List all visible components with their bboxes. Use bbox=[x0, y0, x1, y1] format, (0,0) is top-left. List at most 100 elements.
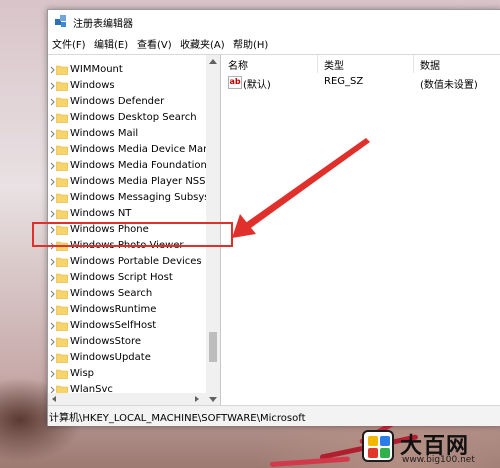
column-separator[interactable] bbox=[413, 55, 414, 73]
title-bar: 注册表编辑器 bbox=[48, 10, 500, 32]
tree-item-label: WindowsUpdate bbox=[70, 352, 151, 363]
string-value-icon: ab bbox=[228, 76, 242, 89]
tree-item-label: Windows Search bbox=[70, 288, 153, 299]
tree-item[interactable]: Windows Script Host bbox=[48, 270, 206, 286]
column-header-name[interactable]: 名称 bbox=[228, 57, 248, 72]
expand-chevron-icon[interactable] bbox=[50, 194, 55, 202]
tree-item[interactable]: WindowsStore bbox=[48, 334, 206, 350]
expand-chevron-icon[interactable] bbox=[50, 290, 55, 298]
value-type[interactable]: REG_SZ bbox=[324, 76, 363, 87]
folder-icon bbox=[55, 257, 69, 268]
tree-item-label: Windows bbox=[70, 80, 115, 91]
tree-item[interactable]: WindowsRuntime bbox=[48, 302, 206, 318]
registry-path: 计算机\HKEY_LOCAL_MACHINE\SOFTWARE\Microsof… bbox=[49, 413, 306, 424]
expand-chevron-icon[interactable] bbox=[50, 82, 55, 90]
expand-chevron-icon[interactable] bbox=[50, 210, 55, 218]
menu-view[interactable]: 查看(V) bbox=[137, 36, 172, 51]
expand-chevron-icon[interactable] bbox=[50, 162, 55, 170]
values-list: 名称 类型 数据 ab (默认) REG_SZ (数值未设置) bbox=[221, 54, 500, 406]
folder-icon bbox=[55, 209, 69, 220]
scroll-down-arrow-icon[interactable] bbox=[209, 397, 217, 402]
annotation-highlight-box bbox=[32, 222, 233, 247]
registry-editor-window: 注册表编辑器 文件(F) 编辑(E) 查看(V) 收藏夹(A) 帮助(H) WI… bbox=[47, 9, 500, 426]
value-data[interactable]: (数值未设置) bbox=[420, 76, 478, 91]
folder-icon bbox=[55, 129, 69, 140]
tree-item[interactable]: Windows NT bbox=[48, 206, 206, 222]
tree-item[interactable]: WindowsUpdate bbox=[48, 350, 206, 366]
tree-item-label: WIMMount bbox=[70, 64, 123, 75]
folder-icon bbox=[55, 273, 69, 284]
horizontal-scroll-track[interactable] bbox=[48, 393, 206, 405]
folder-icon bbox=[55, 305, 69, 316]
tree-item-label: Windows Mail bbox=[70, 128, 139, 139]
site-watermark: 大百网 www.big100.net bbox=[362, 430, 497, 466]
tree-item-label: WindowsSelfHost bbox=[70, 320, 157, 331]
tree-item[interactable]: Windows Media Device Mana bbox=[48, 142, 216, 158]
folder-icon bbox=[55, 177, 69, 188]
tree-item[interactable]: Windows Media Player NSS bbox=[48, 174, 206, 190]
tree-item[interactable]: Windows bbox=[48, 78, 206, 94]
scroll-left-arrow-icon[interactable] bbox=[52, 396, 56, 402]
expand-chevron-icon[interactable] bbox=[50, 322, 55, 330]
tree-item-label: Windows Portable Devices bbox=[70, 256, 202, 267]
column-header-data[interactable]: 数据 bbox=[420, 57, 440, 72]
registry-editor-icon bbox=[55, 15, 66, 27]
expand-chevron-icon[interactable] bbox=[50, 66, 55, 74]
scroll-up-arrow-icon[interactable] bbox=[209, 59, 217, 64]
tree-item-label: WindowsStore bbox=[70, 336, 142, 347]
scroll-right-arrow-icon[interactable] bbox=[195, 396, 199, 402]
tree-item-label: Windows Media Device Mana bbox=[70, 144, 216, 155]
background-petal-streak bbox=[269, 456, 350, 467]
menu-bar: 文件(F) 编辑(E) 查看(V) 收藏夹(A) 帮助(H) bbox=[48, 35, 500, 51]
folder-icon bbox=[55, 369, 69, 380]
folder-icon bbox=[55, 193, 69, 204]
tree-item-label: Windows Media Player NSS bbox=[70, 176, 206, 187]
tree-item[interactable]: Windows Messaging Subsyst bbox=[48, 190, 213, 206]
folder-icon bbox=[55, 353, 69, 364]
expand-chevron-icon[interactable] bbox=[50, 354, 55, 362]
status-bar: 计算机\HKEY_LOCAL_MACHINE\SOFTWARE\Microsof… bbox=[48, 405, 500, 426]
folder-icon bbox=[55, 337, 69, 348]
menu-file[interactable]: 文件(F) bbox=[52, 36, 86, 51]
folder-icon bbox=[55, 289, 69, 300]
tree-item[interactable]: WindowsSelfHost bbox=[48, 318, 206, 334]
folder-icon bbox=[55, 161, 69, 172]
expand-chevron-icon[interactable] bbox=[50, 274, 55, 282]
tree-item[interactable]: Windows Desktop Search bbox=[48, 110, 206, 126]
folder-icon bbox=[55, 113, 69, 124]
site-logo bbox=[362, 430, 394, 462]
tree-item[interactable]: Windows Portable Devices bbox=[48, 254, 206, 270]
expand-chevron-icon[interactable] bbox=[50, 114, 55, 122]
tree-item-label: Wisp bbox=[70, 368, 95, 379]
folder-icon bbox=[55, 65, 69, 76]
tree-item-label: Windows Desktop Search bbox=[70, 112, 197, 123]
tree-item[interactable]: Wisp bbox=[48, 366, 206, 382]
menu-edit[interactable]: 编辑(E) bbox=[94, 36, 128, 51]
expand-chevron-icon[interactable] bbox=[50, 258, 55, 266]
tree-item[interactable]: Windows Mail bbox=[48, 126, 206, 142]
folder-icon bbox=[55, 81, 69, 92]
value-name[interactable]: (默认) bbox=[243, 76, 271, 91]
scroll-thumb[interactable] bbox=[209, 332, 217, 362]
column-header-type[interactable]: 类型 bbox=[324, 57, 344, 72]
tree-item-label: WindowsRuntime bbox=[70, 304, 157, 315]
expand-chevron-icon[interactable] bbox=[50, 98, 55, 106]
expand-chevron-icon[interactable] bbox=[50, 178, 55, 186]
tree-item[interactable]: Windows Media Foundation bbox=[48, 158, 207, 174]
tree-item-label: Windows NT bbox=[70, 208, 132, 219]
tree-item[interactable]: WIMMount bbox=[48, 62, 206, 78]
expand-chevron-icon[interactable] bbox=[50, 338, 55, 346]
menu-favorites[interactable]: 收藏夹(A) bbox=[180, 36, 225, 51]
expand-chevron-icon[interactable] bbox=[50, 370, 55, 378]
expand-chevron-icon[interactable] bbox=[50, 130, 55, 138]
menu-help[interactable]: 帮助(H) bbox=[233, 36, 268, 51]
folder-icon bbox=[55, 97, 69, 108]
column-separator[interactable] bbox=[317, 55, 318, 73]
window-title: 注册表编辑器 bbox=[73, 19, 133, 30]
expand-chevron-icon[interactable] bbox=[50, 306, 55, 314]
expand-chevron-icon[interactable] bbox=[50, 146, 55, 154]
tree-item[interactable]: Windows Search bbox=[48, 286, 206, 302]
tree-item[interactable]: Windows Defender bbox=[48, 94, 206, 110]
folder-icon bbox=[55, 321, 69, 332]
folder-icon bbox=[55, 145, 69, 156]
